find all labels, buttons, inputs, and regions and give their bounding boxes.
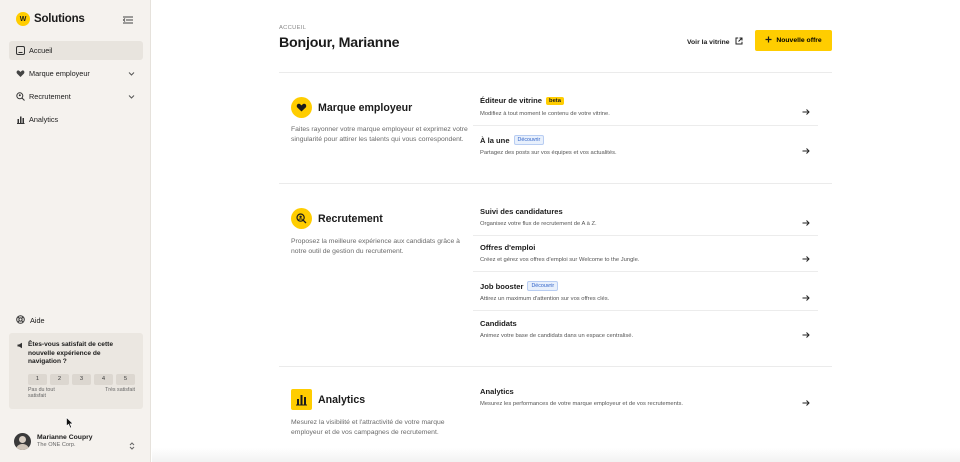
search-person-icon [291, 208, 312, 229]
help-link[interactable]: Aide [16, 315, 45, 326]
help-label: Aide [30, 316, 45, 325]
row-analytics[interactable]: Analytics Mesurez les performances de vo… [473, 387, 818, 416]
sidebar-item-label: Recrutement [29, 92, 71, 101]
view-showcase-label: Voir la vitrine [687, 38, 730, 46]
row-title: Éditeur de vitrine [480, 96, 543, 105]
survey-rating-3[interactable]: 3 [72, 373, 91, 385]
arrow-right-icon[interactable] [802, 214, 810, 226]
brand-name: Solutions [34, 13, 85, 25]
lifebuoy-icon [16, 315, 25, 326]
section-recrutement-header: Recrutement [291, 208, 383, 229]
chevron-up-down-icon [129, 437, 135, 450]
row-editeur-de-vitrine[interactable]: Éditeur de vitrine beta Modifiez à tout … [473, 96, 818, 126]
bar-chart-icon [291, 389, 312, 410]
row-title: Analytics [480, 387, 514, 396]
brand-logo-icon: W [16, 12, 30, 26]
avatar [14, 432, 31, 450]
beta-badge: beta [546, 96, 564, 105]
plus-icon [765, 36, 772, 45]
home-icon [16, 46, 25, 55]
section-marque-employeur-header: Marque employeur [291, 97, 412, 118]
row-title: Candidats [480, 319, 517, 328]
bar-chart-icon [16, 115, 25, 124]
megaphone-icon [17, 341, 24, 367]
discover-badge: Découvrir [513, 135, 545, 145]
row-title: À la une [480, 135, 510, 145]
arrow-right-icon[interactable] [802, 289, 810, 301]
arrow-right-icon[interactable] [802, 142, 810, 154]
sidebar-item-accueil[interactable]: Accueil [9, 41, 143, 60]
sidebar-item-recrutement[interactable]: Recrutement [9, 87, 143, 106]
sidebar-item-marque-employeur[interactable]: Marque employeur [9, 64, 143, 83]
survey-low-label: Pas du tout satisfait [28, 386, 55, 400]
search-person-icon [16, 92, 25, 101]
section-analytics-header: Analytics [291, 389, 365, 410]
row-subtitle: Modifiez à tout moment le contenu de vot… [480, 111, 610, 117]
section-title: Analytics [318, 393, 366, 406]
arrow-right-icon[interactable] [802, 250, 810, 262]
divider [279, 183, 832, 184]
row-suivi-des-candidatures[interactable]: Suivi des candidatures Organisez votre f… [473, 207, 818, 236]
row-subtitle: Créez et gérez vos offres d'emploi sur W… [480, 257, 640, 263]
divider [279, 72, 832, 73]
row-candidats[interactable]: Candidats Animez votre base de candidats… [473, 319, 818, 348]
new-offer-label: Nouvelle offre [776, 37, 822, 44]
row-title: Offres d'emploi [480, 243, 536, 252]
section-title: Recrutement [318, 212, 383, 225]
sidebar-item-label: Accueil [29, 46, 53, 55]
row-title: Suivi des candidatures [480, 207, 563, 216]
brand[interactable]: W Solutions [16, 12, 85, 26]
survey-rating-2[interactable]: 2 [50, 373, 69, 385]
view-showcase-link[interactable]: Voir la vitrine [687, 37, 743, 47]
heart-icon [16, 69, 25, 78]
collapse-sidebar-icon[interactable] [122, 13, 134, 25]
page-title: Bonjour, Marianne [279, 35, 400, 51]
bottom-fade [152, 448, 960, 462]
arrow-right-icon[interactable] [802, 326, 810, 338]
chevron-down-icon[interactable] [128, 70, 135, 77]
arrow-right-icon[interactable] [802, 103, 810, 115]
sidebar-item-label: Analytics [29, 115, 59, 124]
user-menu[interactable]: Marianne Coupry The ONE Corp. [14, 431, 138, 451]
section-title: Marque employeur [318, 101, 413, 114]
divider [279, 366, 832, 367]
row-subtitle: Partagez des posts sur vos équipes et vo… [480, 150, 617, 156]
survey-question: Êtes-vous satisfait de cette nouvelle ex… [28, 341, 114, 366]
survey-high-label: Très satisfait [105, 386, 135, 393]
section-description: Mesurez la visibilité et l'attractivité … [291, 419, 445, 436]
arrow-right-icon[interactable] [802, 394, 810, 406]
row-subtitle: Animez votre base de candidats dans un e… [480, 333, 634, 339]
row-subtitle: Mesurez les performances de votre marque… [480, 401, 683, 407]
discover-badge: Découvrir [527, 281, 559, 291]
survey-scale: 1 2 3 4 5 [17, 373, 135, 385]
breadcrumb: ACCUEIL [279, 25, 307, 31]
section-description: Faites rayonner votre marque employeur e… [291, 126, 468, 143]
survey-rating-5[interactable]: 5 [116, 373, 135, 385]
external-link-icon [735, 37, 743, 47]
section-description: Proposez la meilleure expérience aux can… [291, 238, 460, 255]
row-a-la-une[interactable]: À la une Découvrir Partagez des posts su… [473, 135, 818, 165]
new-offer-button[interactable]: Nouvelle offre [755, 30, 832, 51]
main-content: ACCUEIL Bonjour, Marianne Voir la vitrin… [152, 0, 960, 462]
sidebar-nav: Accueil Marque employeur Recrutement Ana… [9, 41, 143, 133]
sidebar-item-analytics[interactable]: Analytics [9, 110, 143, 129]
chevron-down-icon[interactable] [128, 93, 135, 100]
heart-icon [291, 97, 312, 118]
row-title: Job booster [480, 281, 524, 291]
row-subtitle: Organisez votre flux de recrutement de A… [480, 221, 597, 227]
mouse-cursor-icon [66, 416, 74, 429]
row-subtitle: Attirez un maximum d'attention sur vos o… [480, 296, 610, 302]
row-job-booster[interactable]: Job booster Découvrir Attirez un maximum… [473, 281, 818, 311]
survey-rating-1[interactable]: 1 [28, 373, 47, 385]
satisfaction-survey: Êtes-vous satisfait de cette nouvelle ex… [9, 333, 143, 409]
user-org: The ONE Corp. [37, 441, 76, 448]
survey-rating-4[interactable]: 4 [94, 373, 113, 385]
user-name: Marianne Coupry [37, 433, 93, 441]
sidebar: W Solutions Accueil Marque employeur Rec… [0, 0, 151, 462]
row-offres-d-emploi[interactable]: Offres d'emploi Créez et gérez vos offre… [473, 243, 818, 272]
sidebar-item-label: Marque employeur [29, 69, 90, 78]
